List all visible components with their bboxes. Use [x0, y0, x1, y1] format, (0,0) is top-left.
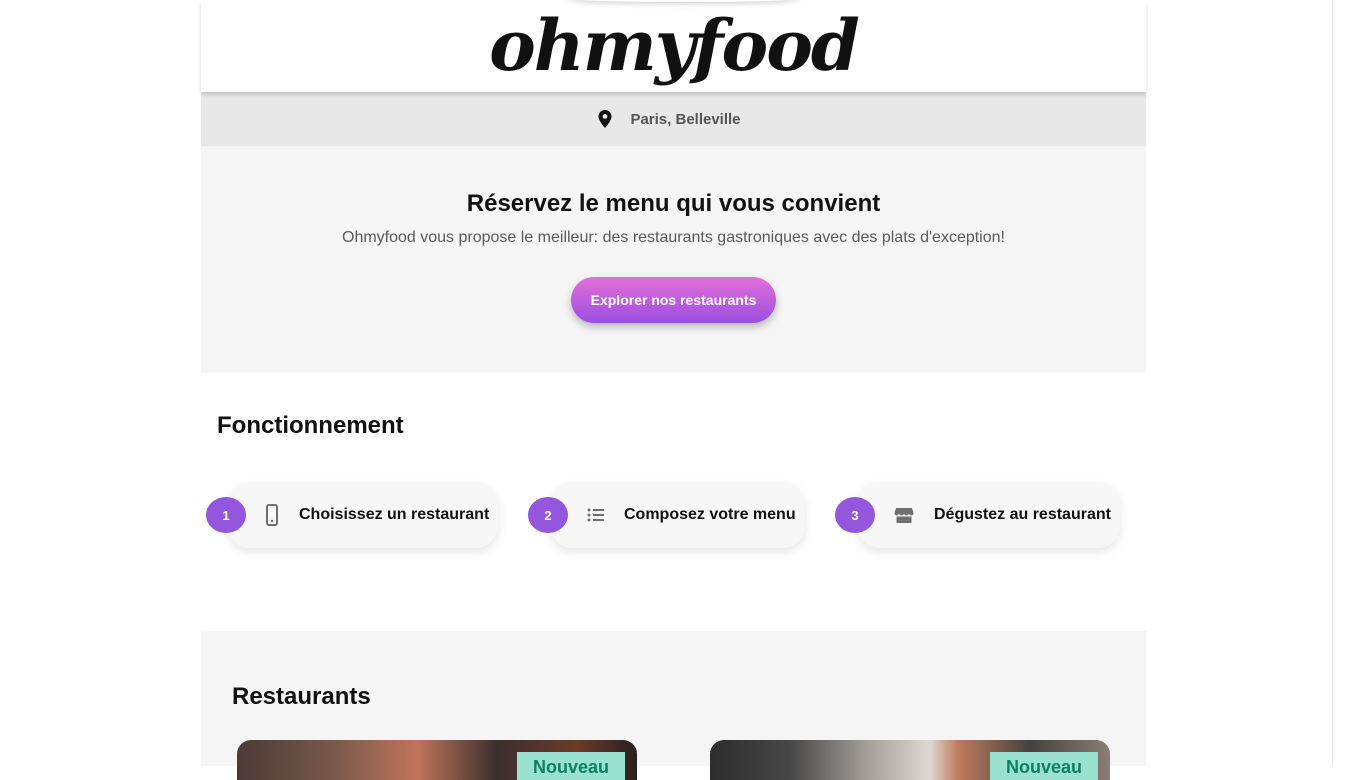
how-it-works-title: Fonctionnement: [217, 412, 404, 439]
hero-subtitle: Ohmyfood vous propose le meilleur: des r…: [342, 229, 1005, 246]
logo[interactable]: ohmyfood: [201, 4, 1146, 88]
new-badge: Nouveau: [517, 752, 625, 780]
step-number-badge: 3: [835, 497, 875, 533]
list-icon: [587, 508, 604, 522]
store-icon: [894, 508, 914, 523]
location-bar: Paris, Belleville: [201, 92, 1146, 146]
hero-title: Réservez le menu qui vous convient: [466, 190, 881, 217]
hero-section: Réservez le menu qui vous convient Ohmyf…: [201, 146, 1146, 373]
location-pin-icon: [598, 110, 612, 128]
restaurant-card[interactable]: Nouveau: [237, 740, 637, 780]
location-label[interactable]: Paris, Belleville: [630, 111, 740, 128]
page: ohmyfood Paris, Belleville Réservez le m…: [201, 0, 1146, 780]
header: ohmyfood: [201, 0, 1146, 92]
scrollbar[interactable]: [1332, 0, 1350, 766]
step-label: Composez votre menu: [624, 506, 796, 523]
restaurants-title: Restaurants: [232, 683, 371, 710]
step-label: Dégustez au restaurant: [934, 506, 1111, 523]
step-number-badge: 2: [528, 497, 568, 533]
step-number-badge: 1: [206, 497, 246, 533]
header-decoration: [566, 0, 801, 2]
new-badge: Nouveau: [990, 752, 1098, 780]
step-label: Choisissez un restaurant: [299, 506, 490, 523]
explore-restaurants-button[interactable]: Explorer nos restaurants: [571, 277, 776, 323]
restaurant-card[interactable]: Nouveau: [710, 740, 1110, 780]
mobile-phone-icon: [266, 504, 278, 526]
restaurants-section: Restaurants Nouveau Nouveau: [201, 631, 1146, 780]
